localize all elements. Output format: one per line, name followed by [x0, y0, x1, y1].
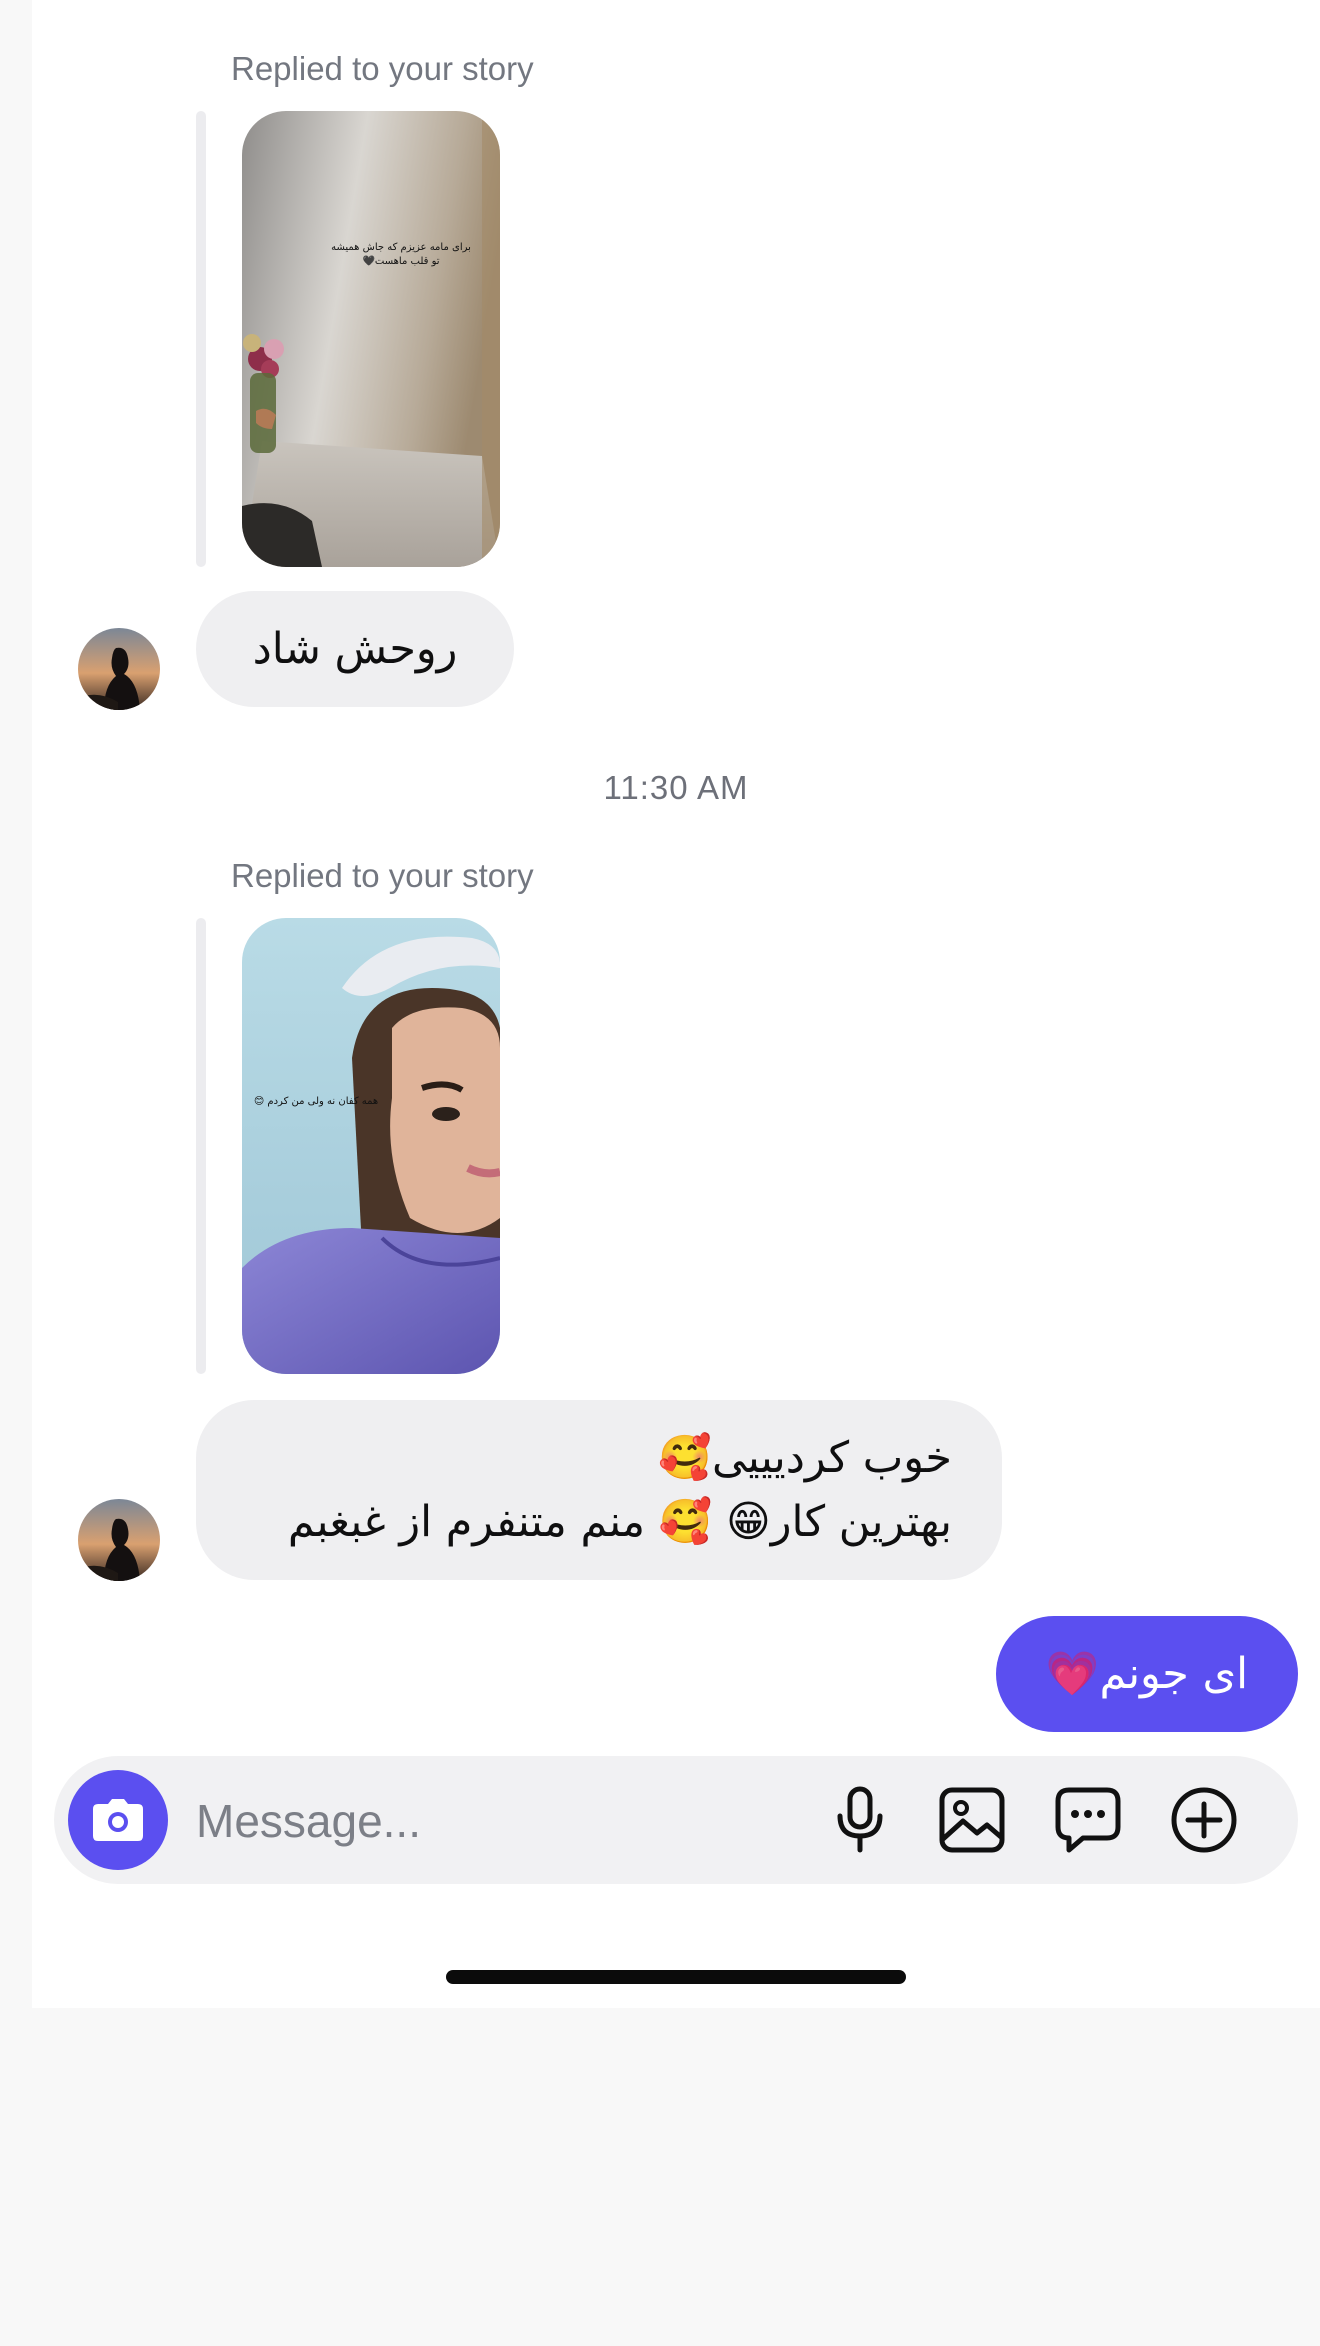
message-text: ای جونم💗	[1045, 1649, 1249, 1699]
reply-quote-bar	[196, 111, 206, 567]
story-image-portrait	[242, 918, 500, 1374]
reply-caption: Replied to your story	[231, 857, 534, 894]
sticker-chat-icon	[1055, 1787, 1121, 1853]
gallery-icon	[939, 1787, 1005, 1853]
home-indicator[interactable]	[446, 1970, 906, 1984]
microphone-icon	[837, 1786, 883, 1853]
incoming-message-bubble[interactable]: خوب کردیییی🥰 بهترین کار😁 🥰 منم متنفرم از…	[196, 1400, 1002, 1580]
story-thumbnail[interactable]: برای مامه عزیزم که جاش همیشه تو قلب ماهس…	[242, 111, 500, 567]
add-button[interactable]	[1168, 1784, 1240, 1856]
avatar[interactable]	[78, 628, 160, 710]
reply-quote-bar	[196, 918, 206, 1374]
outgoing-message-bubble[interactable]: ای جونم💗	[996, 1616, 1298, 1732]
reply-caption: Replied to your story	[231, 50, 534, 87]
sticker-chat-button[interactable]	[1052, 1784, 1124, 1856]
avatar-silhouette-image	[78, 1499, 160, 1581]
story-image-wall-flowers	[242, 111, 500, 567]
message-composer	[54, 1756, 1298, 1884]
avatar-silhouette-image	[78, 628, 160, 710]
chat-screen: Replied to your story برای مامه عزیزم که…	[32, 0, 1320, 2008]
gallery-button[interactable]	[936, 1784, 1008, 1856]
message-text-line: بهترین کار😁 🥰 منم متنفرم از غبغبم	[287, 1497, 952, 1547]
story-overlay-text: همه کفان نه ولی من کردم 😊	[253, 1096, 379, 1107]
story-overlay-text: برای مامه عزیزم که جاش همیشه تو قلب ماهس…	[331, 242, 471, 267]
story-thumbnail[interactable]: همه کفان نه ولی من کردم 😊	[242, 918, 500, 1374]
message-text-line: خوب کردیییی🥰	[658, 1433, 952, 1483]
message-text: روحش شاد	[252, 624, 458, 674]
incoming-message-bubble[interactable]: روحش شاد	[196, 591, 514, 707]
camera-button[interactable]	[68, 1770, 168, 1870]
camera-icon	[93, 1799, 143, 1841]
message-input[interactable]	[194, 1786, 758, 1856]
message-timestamp: 11:30 AM	[603, 769, 749, 806]
microphone-button[interactable]	[824, 1784, 896, 1856]
plus-circle-icon	[1171, 1787, 1237, 1853]
avatar[interactable]	[78, 1499, 160, 1581]
